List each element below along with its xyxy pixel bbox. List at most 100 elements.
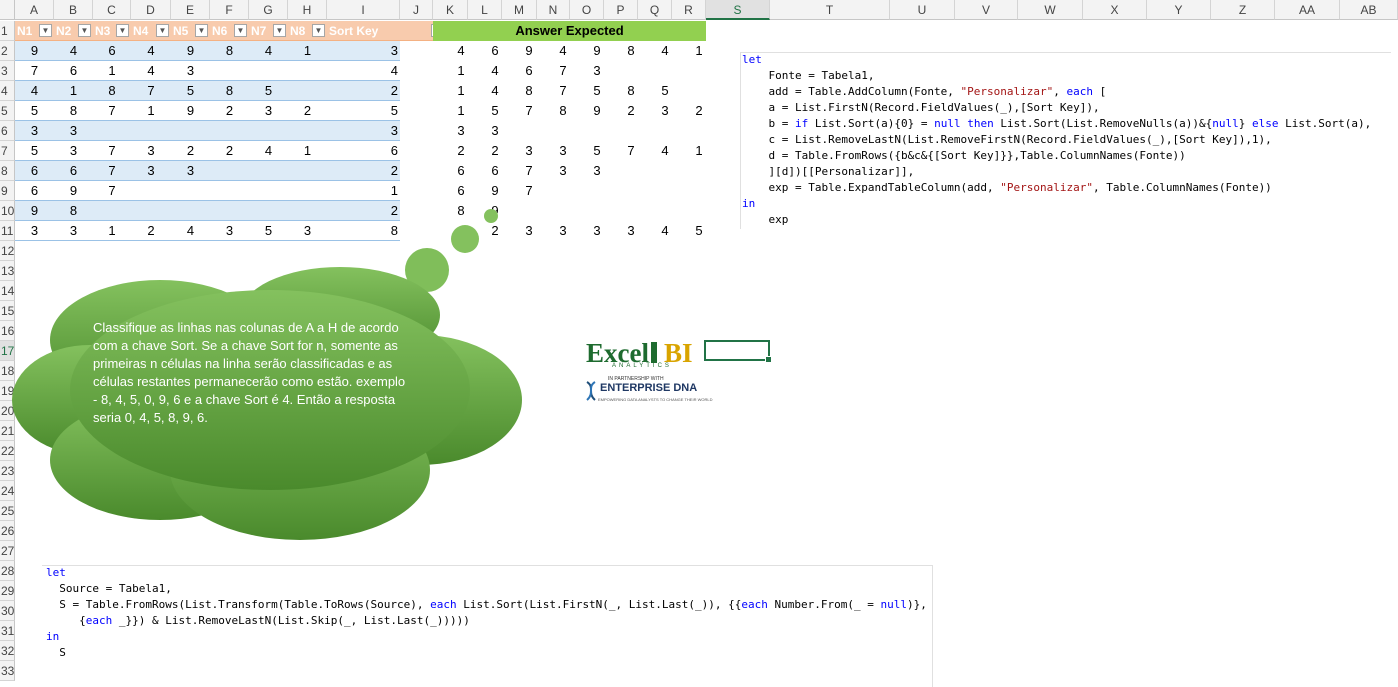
- table-cell[interactable]: 5: [15, 141, 54, 160]
- column-header-w[interactable]: W: [1018, 0, 1083, 20]
- filter-dropdown-icon[interactable]: ▼: [312, 24, 325, 37]
- column-header-f[interactable]: F: [210, 0, 249, 20]
- column-header-u[interactable]: U: [890, 0, 955, 20]
- table-header-n1[interactable]: N1 ▼: [15, 21, 54, 41]
- column-header-y[interactable]: Y: [1147, 0, 1211, 20]
- answer-cell[interactable]: 1: [682, 141, 716, 161]
- answer-cell[interactable]: 9: [512, 41, 546, 61]
- answer-cell[interactable]: 8: [614, 81, 648, 101]
- table-cell[interactable]: 8: [54, 101, 93, 120]
- answer-cell[interactable]: 3: [546, 141, 580, 161]
- table-cell[interactable]: 4: [54, 41, 93, 60]
- table-cell[interactable]: [249, 181, 288, 200]
- row-header-29[interactable]: 29: [0, 581, 15, 601]
- table-header-n4[interactable]: N4 ▼: [131, 21, 171, 41]
- table-cell[interactable]: 1: [288, 41, 327, 60]
- table-cell[interactable]: 9: [15, 41, 54, 60]
- table-cell[interactable]: 9: [171, 41, 210, 60]
- answer-cell[interactable]: 6: [478, 161, 512, 181]
- column-header-i[interactable]: I: [327, 0, 400, 20]
- table-cell[interactable]: [210, 181, 249, 200]
- answer-cell[interactable]: 7: [512, 161, 546, 181]
- table-cell[interactable]: [249, 121, 288, 140]
- answer-cell[interactable]: 2: [614, 101, 648, 121]
- filter-dropdown-icon[interactable]: ▼: [234, 24, 247, 37]
- select-all-corner[interactable]: [0, 0, 15, 20]
- column-header-a[interactable]: A: [15, 0, 54, 20]
- table-cell[interactable]: 8: [210, 41, 249, 60]
- answer-cell[interactable]: 2: [444, 141, 478, 161]
- table-cell[interactable]: [288, 161, 327, 180]
- answer-cell[interactable]: 8: [614, 41, 648, 61]
- column-header-l[interactable]: L: [468, 0, 502, 20]
- row-header-8[interactable]: 8: [0, 161, 15, 181]
- table-cell[interactable]: 4: [131, 61, 171, 80]
- answer-cell[interactable]: 3: [478, 121, 512, 141]
- table-cell[interactable]: [249, 61, 288, 80]
- table-cell[interactable]: 3: [249, 101, 288, 120]
- table-cell[interactable]: 6: [15, 161, 54, 180]
- answer-cell[interactable]: 7: [512, 101, 546, 121]
- column-header-j[interactable]: J: [400, 0, 433, 20]
- answer-cell[interactable]: 7: [546, 61, 580, 81]
- answer-cell[interactable]: 4: [648, 141, 682, 161]
- table-cell[interactable]: 1: [327, 181, 400, 200]
- table-header-sort-key[interactable]: Sort Key▼: [327, 21, 446, 41]
- table-cell[interactable]: 7: [93, 101, 131, 120]
- table-cell[interactable]: 7: [15, 61, 54, 80]
- answer-cell[interactable]: 3: [580, 221, 614, 241]
- answer-cell[interactable]: 7: [546, 81, 580, 101]
- answer-cell[interactable]: 4: [648, 221, 682, 241]
- filter-dropdown-icon[interactable]: ▼: [78, 24, 91, 37]
- table-cell[interactable]: 2: [327, 81, 400, 100]
- column-header-e[interactable]: E: [171, 0, 210, 20]
- table-cell[interactable]: 1: [54, 81, 93, 100]
- table-cell[interactable]: 3: [131, 161, 171, 180]
- table-cell[interactable]: 2: [171, 141, 210, 160]
- table-cell[interactable]: 3: [131, 141, 171, 160]
- table-header-n7[interactable]: N7 ▼: [249, 21, 288, 41]
- table-cell[interactable]: 5: [15, 101, 54, 120]
- table-cell[interactable]: 4: [15, 81, 54, 100]
- answer-cell[interactable]: 1: [444, 81, 478, 101]
- table-cell[interactable]: [288, 121, 327, 140]
- table-header-n5[interactable]: N5 ▼: [171, 21, 210, 41]
- answer-cell[interactable]: 3: [580, 61, 614, 81]
- column-header-h[interactable]: H: [288, 0, 327, 20]
- column-header-ab[interactable]: AB: [1340, 0, 1398, 20]
- answer-cell[interactable]: 6: [478, 41, 512, 61]
- column-header-m[interactable]: M: [502, 0, 537, 20]
- answer-cell[interactable]: 3: [648, 101, 682, 121]
- table-cell[interactable]: 2: [210, 101, 249, 120]
- column-header-c[interactable]: C: [93, 0, 131, 20]
- answer-cell[interactable]: 1: [444, 101, 478, 121]
- table-cell[interactable]: 5: [249, 81, 288, 100]
- table-cell[interactable]: 7: [93, 181, 131, 200]
- row-header-2[interactable]: 2: [0, 41, 15, 61]
- answer-cell[interactable]: 9: [580, 101, 614, 121]
- answer-cell[interactable]: 7: [614, 141, 648, 161]
- answer-cell[interactable]: 7: [512, 181, 546, 201]
- answer-cell[interactable]: 3: [512, 141, 546, 161]
- answer-cell[interactable]: 4: [478, 61, 512, 81]
- answer-cell[interactable]: 6: [444, 181, 478, 201]
- table-cell[interactable]: 3: [54, 141, 93, 160]
- answer-cell[interactable]: 4: [444, 41, 478, 61]
- answer-cell[interactable]: 3: [546, 221, 580, 241]
- column-header-o[interactable]: O: [570, 0, 604, 20]
- filter-dropdown-icon[interactable]: ▼: [273, 24, 286, 37]
- answer-cell[interactable]: 4: [648, 41, 682, 61]
- answer-cell[interactable]: 4: [478, 81, 512, 101]
- table-cell[interactable]: [171, 121, 210, 140]
- row-header-4[interactable]: 4: [0, 81, 15, 101]
- table-cell[interactable]: 6: [15, 181, 54, 200]
- answer-cell[interactable]: 5: [648, 81, 682, 101]
- table-cell[interactable]: 6: [93, 41, 131, 60]
- table-header-n3[interactable]: N3 ▼: [93, 21, 131, 41]
- answer-cell[interactable]: 8: [546, 101, 580, 121]
- table-cell[interactable]: 1: [93, 61, 131, 80]
- table-cell[interactable]: 4: [249, 141, 288, 160]
- selected-cell-s17[interactable]: [704, 340, 772, 363]
- answer-cell[interactable]: 5: [682, 221, 716, 241]
- column-header-d[interactable]: D: [131, 0, 171, 20]
